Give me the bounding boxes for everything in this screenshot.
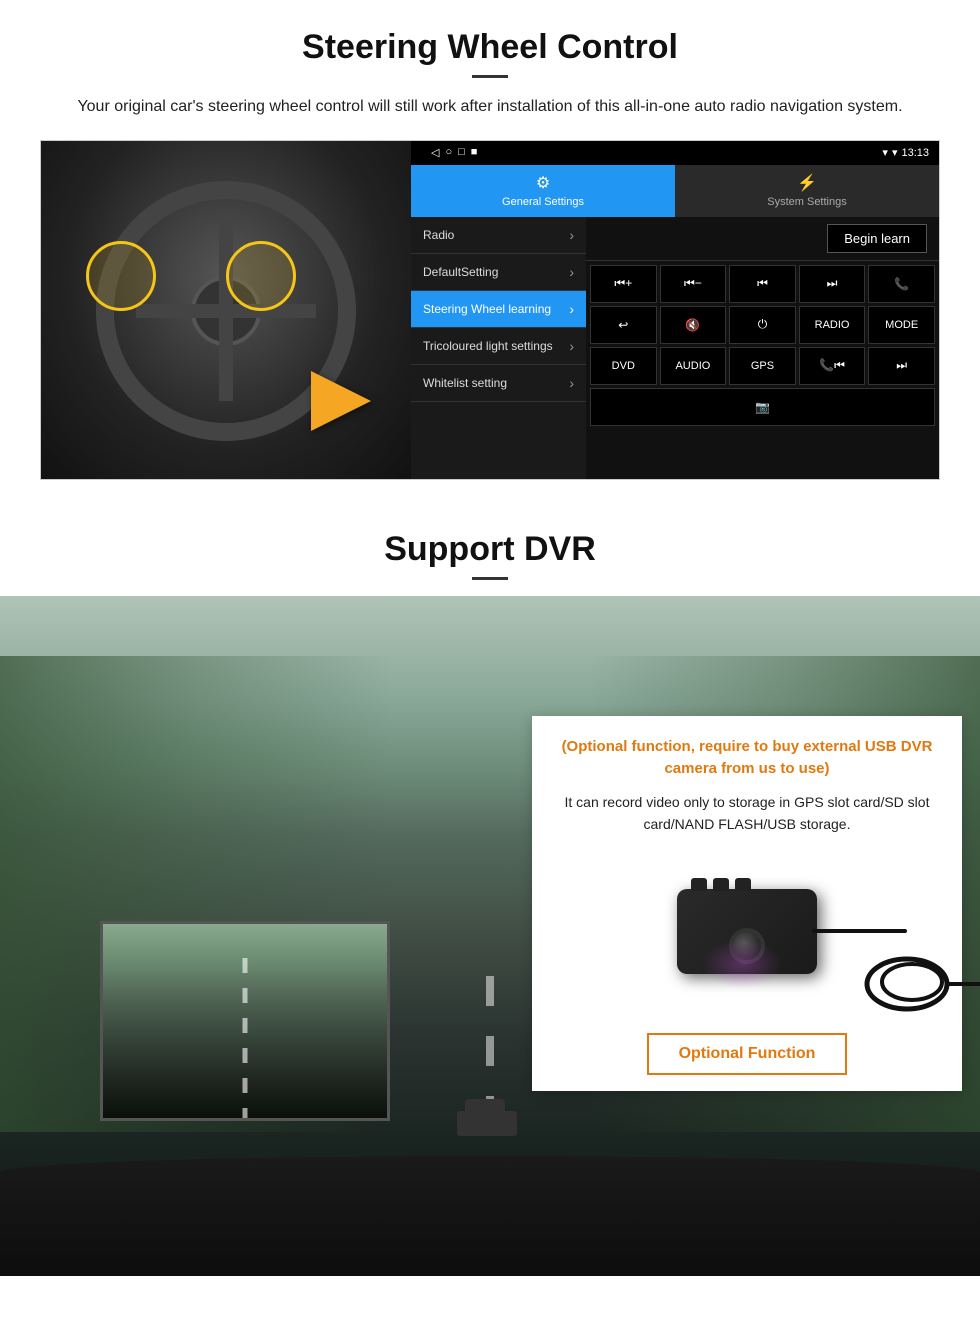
arrow-indicator xyxy=(311,371,391,431)
dvr-title-block: Support DVR xyxy=(0,510,980,580)
ctrl-extra[interactable]: 📷 xyxy=(590,388,935,426)
menu-item-radio[interactable]: Radio › xyxy=(411,217,586,254)
ctrl-gps[interactable]: GPS xyxy=(729,347,796,385)
ctrl-radio[interactable]: RADIO xyxy=(799,306,866,344)
steering-section: Steering Wheel Control Your original car… xyxy=(0,0,980,480)
android-tabs-row: ⚙ General Settings ⚡ System Settings xyxy=(411,165,939,217)
ctrl-phone-prev[interactable]: 📞⏮ xyxy=(799,347,866,385)
ctrl-row-3: DVD AUDIO GPS 📞⏮ ⏭ xyxy=(590,347,935,385)
chevron-icon: › xyxy=(569,227,574,243)
menu-tricoloured-label: Tricoloured light settings xyxy=(423,339,553,353)
dvr-divider xyxy=(472,577,508,580)
ctrl-vol-down[interactable]: ⏮− xyxy=(660,265,727,303)
ctrl-power[interactable]: ⏻ xyxy=(729,306,796,344)
tab-system-settings[interactable]: ⚡ System Settings xyxy=(675,165,939,217)
controls-top-bar: Begin learn xyxy=(586,217,939,261)
tab-general-settings[interactable]: ⚙ General Settings xyxy=(411,165,675,217)
dashboard-bottom xyxy=(0,1156,980,1276)
wheel-spoke-v xyxy=(219,221,233,401)
dvr-optional-notice: (Optional function, require to buy exter… xyxy=(554,736,940,781)
android-body: Radio › DefaultSetting › Steering Wheel … xyxy=(411,217,939,479)
ctrl-mode[interactable]: MODE xyxy=(868,306,935,344)
car-silhouette xyxy=(457,1111,517,1136)
ctrl-phone[interactable]: 📞 xyxy=(868,265,935,303)
ctrl-next-2[interactable]: ⏭ xyxy=(868,347,935,385)
steering-wheel-photo xyxy=(41,141,411,480)
wifi-icon: ▾ xyxy=(882,146,888,159)
steering-subtitle: Your original car's steering wheel contr… xyxy=(60,94,920,120)
status-time: 13:13 xyxy=(901,147,929,159)
highlight-circle-right xyxy=(226,241,296,311)
steering-title: Steering Wheel Control xyxy=(40,28,940,67)
dvr-inset-lane xyxy=(243,958,248,1118)
ctrl-mute[interactable]: 🔇 xyxy=(660,306,727,344)
back-icon: ◁ xyxy=(431,146,439,159)
ctrl-row-1: ⏮+ ⏮− ⏮ ⏭ 📞 xyxy=(590,265,935,303)
menu-item-steering[interactable]: Steering Wheel learning › xyxy=(411,291,586,328)
menu-radio-label: Radio xyxy=(423,228,454,242)
ctrl-prev[interactable]: ⏮ xyxy=(729,265,796,303)
cable-coil-svg xyxy=(857,944,980,1024)
dvr-description: It can record video only to storage in G… xyxy=(554,791,940,836)
menu-steering-label: Steering Wheel learning xyxy=(423,302,551,316)
title-divider xyxy=(472,75,508,78)
ctrl-back[interactable]: ↩ xyxy=(590,306,657,344)
menu-default-label: DefaultSetting xyxy=(423,265,498,279)
gear-icon: ⚙ xyxy=(536,173,550,193)
dvr-camera-illustration: USB xyxy=(554,849,940,1019)
android-controls-panel: Begin learn ⏮+ ⏮− ⏮ ⏭ 📞 ↩ xyxy=(586,217,939,479)
chevron-icon-2: › xyxy=(569,264,574,280)
ctrl-vol-up[interactable]: ⏮+ xyxy=(590,265,657,303)
dvr-info-card: (Optional function, require to buy exter… xyxy=(532,716,962,1092)
controls-grid: ⏮+ ⏮− ⏮ ⏭ 📞 ↩ 🔇 ⏻ RADIO MODE xyxy=(586,261,939,479)
dvr-title: Support DVR xyxy=(0,520,980,569)
tab-system-label: System Settings xyxy=(767,196,846,208)
dvr-background-area: (Optional function, require to buy exter… xyxy=(0,596,980,1276)
recent-icon: □ xyxy=(458,146,465,159)
android-ui-panel: ◁ ○ □ ■ ▾ ▾ 13:13 ⚙ General Settings ⚡ S… xyxy=(411,141,939,479)
optional-function-button[interactable]: Optional Function xyxy=(647,1033,848,1075)
home-icon: ○ xyxy=(445,146,452,159)
steering-content-area: ◁ ○ □ ■ ▾ ▾ 13:13 ⚙ General Settings ⚡ S… xyxy=(40,140,940,480)
menu-item-tricoloured[interactable]: Tricoloured light settings › xyxy=(411,328,586,365)
chevron-icon-3: › xyxy=(569,301,574,317)
dvr-inset-road xyxy=(103,924,387,1118)
ctrl-next[interactable]: ⏭ xyxy=(799,265,866,303)
menu-item-default[interactable]: DefaultSetting › xyxy=(411,254,586,291)
system-icon: ⚡ xyxy=(797,173,817,193)
highlight-circle-left xyxy=(86,241,156,311)
signal-icon: ▾ xyxy=(892,146,898,159)
dvr-section: Support DVR (Optional function, require … xyxy=(0,480,980,1276)
chevron-icon-4: › xyxy=(569,338,574,354)
menu-icon: ■ xyxy=(471,146,478,159)
menu-whitelist-label: Whitelist setting xyxy=(423,376,507,390)
tab-general-label: General Settings xyxy=(502,196,584,208)
android-menu: Radio › DefaultSetting › Steering Wheel … xyxy=(411,217,586,479)
begin-learn-button[interactable]: Begin learn xyxy=(827,224,927,253)
chevron-icon-5: › xyxy=(569,375,574,391)
dvr-inset-view xyxy=(100,921,390,1121)
menu-item-whitelist[interactable]: Whitelist setting › xyxy=(411,365,586,402)
arrow-shape xyxy=(311,371,371,431)
wheel-background xyxy=(41,141,411,480)
android-statusbar: ◁ ○ □ ■ ▾ ▾ 13:13 xyxy=(411,141,939,165)
ctrl-row-2: ↩ 🔇 ⏻ RADIO MODE xyxy=(590,306,935,344)
ctrl-row-4: 📷 xyxy=(590,388,935,426)
ctrl-dvd[interactable]: DVD xyxy=(590,347,657,385)
ctrl-audio[interactable]: AUDIO xyxy=(660,347,727,385)
statusbar-nav-icons: ◁ ○ □ ■ xyxy=(431,146,477,159)
